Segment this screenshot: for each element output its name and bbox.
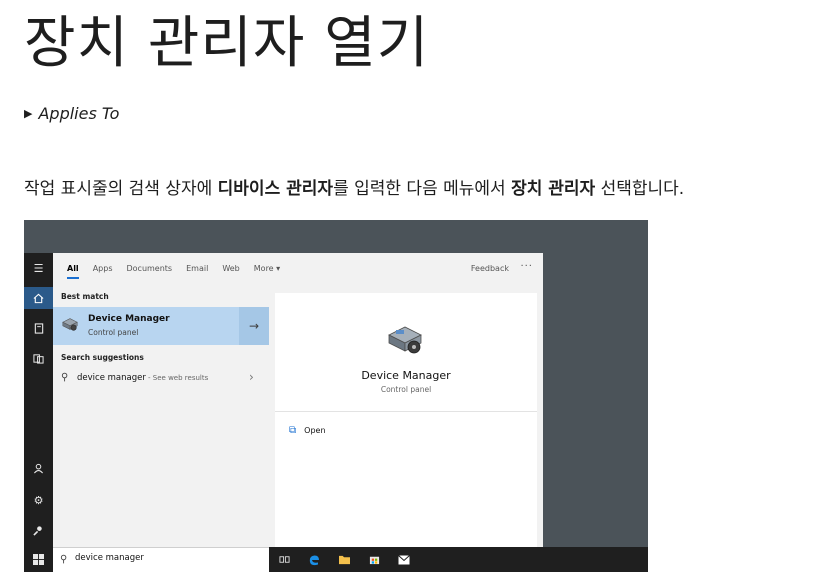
best-match-subtitle: Control panel: [88, 328, 139, 337]
best-match-device-manager[interactable]: Device Manager Control panel: [53, 307, 239, 345]
applies-to-label: Applies To: [38, 104, 120, 123]
tab-apps[interactable]: Apps: [93, 264, 113, 273]
instruction-text: 작업 표시줄의 검색 상자에 디바이스 관리자를 입력한 다음 메뉴에서 장치 …: [24, 174, 684, 199]
open-action[interactable]: ⧉ Open: [289, 425, 326, 436]
device-manager-icon: [62, 318, 78, 331]
start-rail: ☰ ⚙: [24, 253, 53, 572]
gear-icon[interactable]: ⚙: [24, 489, 53, 511]
device-manager-large-icon: [388, 326, 422, 354]
preview-subtitle: Control panel: [380, 385, 432, 394]
suggestion-device-manager[interactable]: ⚲ device manager - See web results ›: [53, 367, 269, 389]
instruction-bold-device-manager-1: 디바이스 관리자: [217, 179, 334, 199]
preview-name: Device Manager: [361, 369, 451, 382]
results-list: Best match Device Manager Control panel …: [53, 283, 269, 547]
search-screenshot: ☰ ⚙ All Apps Documents Email Web More ▾ …: [24, 220, 648, 572]
instruction-bold-device-manager-2: 장치 관리자: [511, 179, 596, 199]
suggestion-hint: - See web results: [145, 374, 209, 382]
taskbar-search-box[interactable]: ⚲: [53, 547, 269, 572]
folder-icon[interactable]: [329, 547, 359, 572]
search-input[interactable]: [75, 553, 255, 563]
search-tabs: All Apps Documents Email Web More ▾ Feed…: [53, 253, 543, 283]
documents-icon[interactable]: [24, 347, 53, 369]
instruction-part-3: 선택합니다.: [595, 179, 685, 199]
suggestion-text: device manager - See web results: [77, 373, 208, 383]
taskbar: [269, 547, 648, 572]
more-options-icon[interactable]: ···: [520, 261, 533, 272]
open-arrow-button[interactable]: →: [239, 307, 269, 345]
tab-documents[interactable]: Documents: [126, 264, 172, 273]
windows-logo-icon: [33, 554, 44, 565]
instruction-part-2: 를 입력한 다음 메뉴에서: [333, 179, 512, 199]
result-preview-pane: Device Manager Control panel ⧉ Open: [275, 293, 537, 547]
edge-icon[interactable]: [299, 547, 329, 572]
search-icon: ⚲: [61, 372, 69, 383]
hamburger-icon[interactable]: ☰: [24, 257, 53, 279]
mail-icon[interactable]: [389, 547, 419, 572]
tab-email[interactable]: Email: [186, 264, 208, 273]
suggestion-query: device manager: [77, 373, 146, 383]
search-icon: ⚲: [60, 554, 68, 565]
home-icon[interactable]: [24, 287, 53, 309]
task-view-icon[interactable]: [269, 547, 299, 572]
arrow-right-icon: →: [248, 319, 260, 333]
search-flyout: All Apps Documents Email Web More ▾ Feed…: [53, 253, 543, 547]
feedback-icon[interactable]: [24, 519, 53, 541]
page-title: 장치 관리자 열기: [24, 11, 430, 76]
person-icon[interactable]: [24, 457, 53, 479]
tab-all[interactable]: All: [67, 264, 79, 279]
open-label: Open: [304, 426, 326, 435]
tab-more[interactable]: More ▾: [254, 264, 280, 273]
feedback-link[interactable]: Feedback: [471, 264, 509, 273]
applies-to-toggle[interactable]: ▶ Applies To: [24, 104, 119, 123]
search-suggestions-label: Search suggestions: [61, 353, 144, 362]
preview-divider: [275, 411, 537, 412]
notebook-icon[interactable]: [24, 317, 53, 339]
best-match-label: Best match: [61, 292, 109, 301]
windows-start-button[interactable]: [24, 547, 53, 572]
expand-triangle-icon: ▶: [24, 107, 33, 120]
store-icon[interactable]: [359, 547, 389, 572]
tab-web[interactable]: Web: [222, 264, 239, 273]
best-match-name: Device Manager: [88, 314, 170, 324]
instruction-part-1: 작업 표시줄의 검색 상자에: [24, 179, 218, 199]
chevron-right-icon: ›: [249, 370, 254, 384]
open-icon: ⧉: [289, 425, 297, 436]
